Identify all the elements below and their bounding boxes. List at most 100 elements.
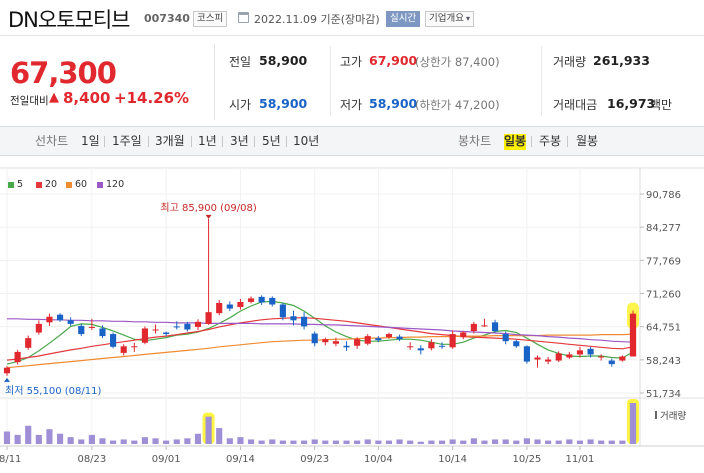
x-tick-label: 11/01 — [566, 454, 595, 465]
candle-body — [576, 350, 584, 355]
candle-body — [619, 356, 626, 361]
volume-bar — [396, 439, 403, 444]
volume-bar — [513, 440, 520, 444]
candle-body — [205, 312, 212, 324]
volume-bar — [460, 440, 467, 444]
x-tick-label: 10/04 — [364, 454, 393, 465]
volume-bar — [205, 416, 212, 444]
volume-bar — [46, 429, 53, 444]
volume-label: 거래량 — [660, 410, 686, 422]
volume-bar — [25, 425, 32, 444]
volume-bar — [99, 438, 106, 444]
volume-bar — [152, 438, 159, 444]
grid — [0, 167, 704, 450]
candle-body — [428, 342, 435, 349]
candle-body — [438, 345, 446, 347]
volume-bar — [35, 434, 42, 444]
candle-body — [247, 298, 255, 302]
volume-bar — [364, 439, 371, 444]
volume-bar — [301, 440, 308, 444]
candle-body — [194, 321, 202, 327]
candle-body — [152, 329, 159, 331]
volume-bar — [322, 440, 329, 444]
candle-body — [279, 304, 286, 318]
candle-body — [407, 346, 414, 348]
volume-bar — [385, 440, 393, 444]
candle-body — [354, 339, 361, 346]
y-tick-label: 77,769 — [646, 256, 681, 267]
volume-bar — [608, 440, 615, 444]
volume-bar — [120, 439, 127, 444]
volume-bar — [619, 440, 626, 444]
volume-bar — [407, 440, 414, 444]
min-price-label: 최저 55,100 (08/11) — [5, 385, 101, 397]
candle-body — [120, 346, 127, 353]
y-tick-label: 71,260 — [646, 290, 681, 301]
candle-body — [46, 316, 53, 323]
candle-body — [629, 313, 637, 357]
volume-bar — [14, 434, 21, 444]
price-chart[interactable]: 90,786 84,277 77,769 71,260 64,751 58,243 51,7… — [0, 0, 704, 473]
candle-body — [301, 316, 308, 327]
volume-bar — [470, 438, 477, 444]
x-tick-label: 09/23 — [300, 454, 329, 465]
volume-bar — [491, 439, 499, 444]
volume-bar — [141, 437, 149, 444]
candle-body — [216, 302, 223, 314]
candle-body — [56, 314, 64, 321]
volume-bar — [566, 439, 573, 444]
volume-bar — [576, 440, 584, 444]
candle-body — [534, 357, 541, 360]
candle-body — [67, 320, 74, 324]
volume-bars — [3, 403, 637, 444]
candle-body — [545, 359, 552, 362]
volume-bar — [428, 440, 435, 444]
volume-bar — [523, 438, 530, 444]
candle-body — [110, 334, 117, 347]
candle-body — [449, 334, 456, 348]
candle-body — [470, 323, 477, 332]
volume-bar — [375, 440, 382, 444]
candle-body — [513, 341, 520, 347]
volume-bar — [629, 403, 637, 444]
y-tick-label: 51,734 — [646, 389, 681, 400]
candle-body — [35, 323, 42, 333]
volume-bar — [194, 433, 202, 444]
candle-body — [14, 351, 21, 363]
candle-body — [322, 339, 329, 343]
volume-bar — [534, 439, 541, 444]
volume-bar — [343, 440, 350, 444]
volume-bar — [545, 440, 552, 444]
candle-body — [598, 356, 605, 358]
volume-bar — [110, 440, 117, 444]
volume-bar — [173, 439, 180, 444]
volume-label-mark — [655, 411, 657, 419]
candle-body — [141, 328, 149, 343]
x-tick-label: 10/14 — [438, 454, 467, 465]
y-tick-label: 64,751 — [646, 323, 681, 334]
candle-body — [184, 323, 191, 330]
volume-bar — [184, 438, 191, 444]
candle-body — [226, 304, 233, 309]
max-price-label: 최고 85,900 (09/08) — [160, 202, 256, 214]
volume-bar — [449, 439, 456, 444]
volume-bar — [226, 438, 233, 444]
volume-bar — [237, 437, 244, 444]
volume-bar — [258, 440, 265, 444]
candle-body — [88, 326, 95, 328]
volume-bar — [598, 440, 605, 444]
candle-body — [396, 336, 403, 340]
y-tick-label: 58,243 — [646, 356, 681, 367]
volume-bar — [78, 439, 85, 444]
ma60-line — [6, 333, 634, 369]
volume-bar — [3, 431, 11, 444]
candle-body — [460, 332, 467, 338]
candle-body — [258, 296, 265, 303]
candle-body — [417, 348, 424, 351]
x-tick-label: 10/25 — [512, 454, 541, 465]
volume-bar — [481, 440, 488, 444]
volume-bar — [88, 434, 95, 444]
candle-body — [237, 301, 244, 308]
candle-body — [491, 322, 499, 332]
candle-body — [502, 334, 509, 342]
